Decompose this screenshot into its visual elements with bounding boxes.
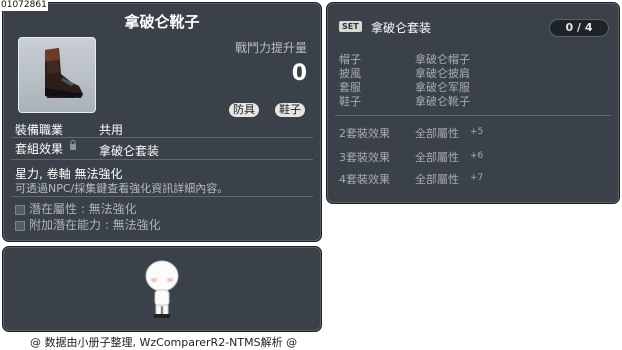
avatar-figure <box>145 260 179 318</box>
set-part-name: 拿破仑靴子 <box>415 95 470 108</box>
enhance-hint: 可透過NPC/採集鍵查看強化資訊詳細內容。 <box>15 182 229 195</box>
divider <box>11 196 313 197</box>
potential-row: 潛在屬性 : 無法強化 <box>15 200 137 217</box>
set-effect-tier: 3套裝效果 <box>339 151 390 164</box>
set-part-slot: 鞋子 <box>339 95 361 108</box>
set-info-panel: SET 拿破仑套装 0 / 4 帽子 拿破仑帽子 披風 拿破仑披肩 套服 拿破仑… <box>326 2 620 204</box>
item-id-code: 01072861 <box>0 0 48 11</box>
set-effect-stat: 全部屬性 <box>415 173 459 186</box>
set-effect-stat: 全部屬性 <box>415 127 459 140</box>
bullet-icon <box>15 220 25 231</box>
divider <box>11 159 313 160</box>
set-badge: SET <box>339 21 362 32</box>
category-tag-armor: 防具 <box>229 103 259 117</box>
set-name: 拿破仑套装 <box>371 21 432 35</box>
potential-text: 潛在屬性 : 無法強化 <box>29 202 137 216</box>
set-effect-bonus: +6 <box>470 151 484 161</box>
set-effect-label: 套組效果 <box>15 142 64 156</box>
set-effect-tier: 4套裝效果 <box>339 173 390 186</box>
item-icon-frame <box>18 37 96 113</box>
job-label: 裝備職業 <box>15 123 64 137</box>
set-effect-value[interactable]: 拿破仑套装 <box>99 142 159 159</box>
set-effect-bonus: +5 <box>470 127 484 137</box>
divider <box>11 137 313 138</box>
job-value: 共用 <box>99 123 124 137</box>
additional-potential-text: 附加潛在能力 : 無法強化 <box>29 218 161 232</box>
divider <box>335 115 611 116</box>
set-effect-stat: 全部屬性 <box>415 151 459 164</box>
set-effect-tier: 2套裝效果 <box>339 127 390 140</box>
item-tooltip-panel: 拿破仑靴子 戰鬥力提升量 0 防具 鞋子 裝備職業 共用 套組效果 拿破仑套装 … <box>2 2 322 242</box>
set-effect-bonus: +7 <box>470 173 484 183</box>
bullet-icon <box>15 204 25 215</box>
lock-icon <box>70 140 76 150</box>
credit-footer: @ 数据由小册子整理, WzComparerR2-NTMS解析 @ <box>30 336 298 349</box>
combat-power-value: 0 <box>291 61 307 86</box>
boot-icon <box>45 48 83 98</box>
item-title: 拿破仑靴子 <box>124 13 200 31</box>
category-tag-shoes: 鞋子 <box>275 103 305 117</box>
additional-potential-row: 附加潛在能力 : 無法強化 <box>15 216 161 233</box>
combat-power-label: 戰鬥力提升量 <box>234 41 307 55</box>
set-piece-count: 0 / 4 <box>549 19 609 37</box>
